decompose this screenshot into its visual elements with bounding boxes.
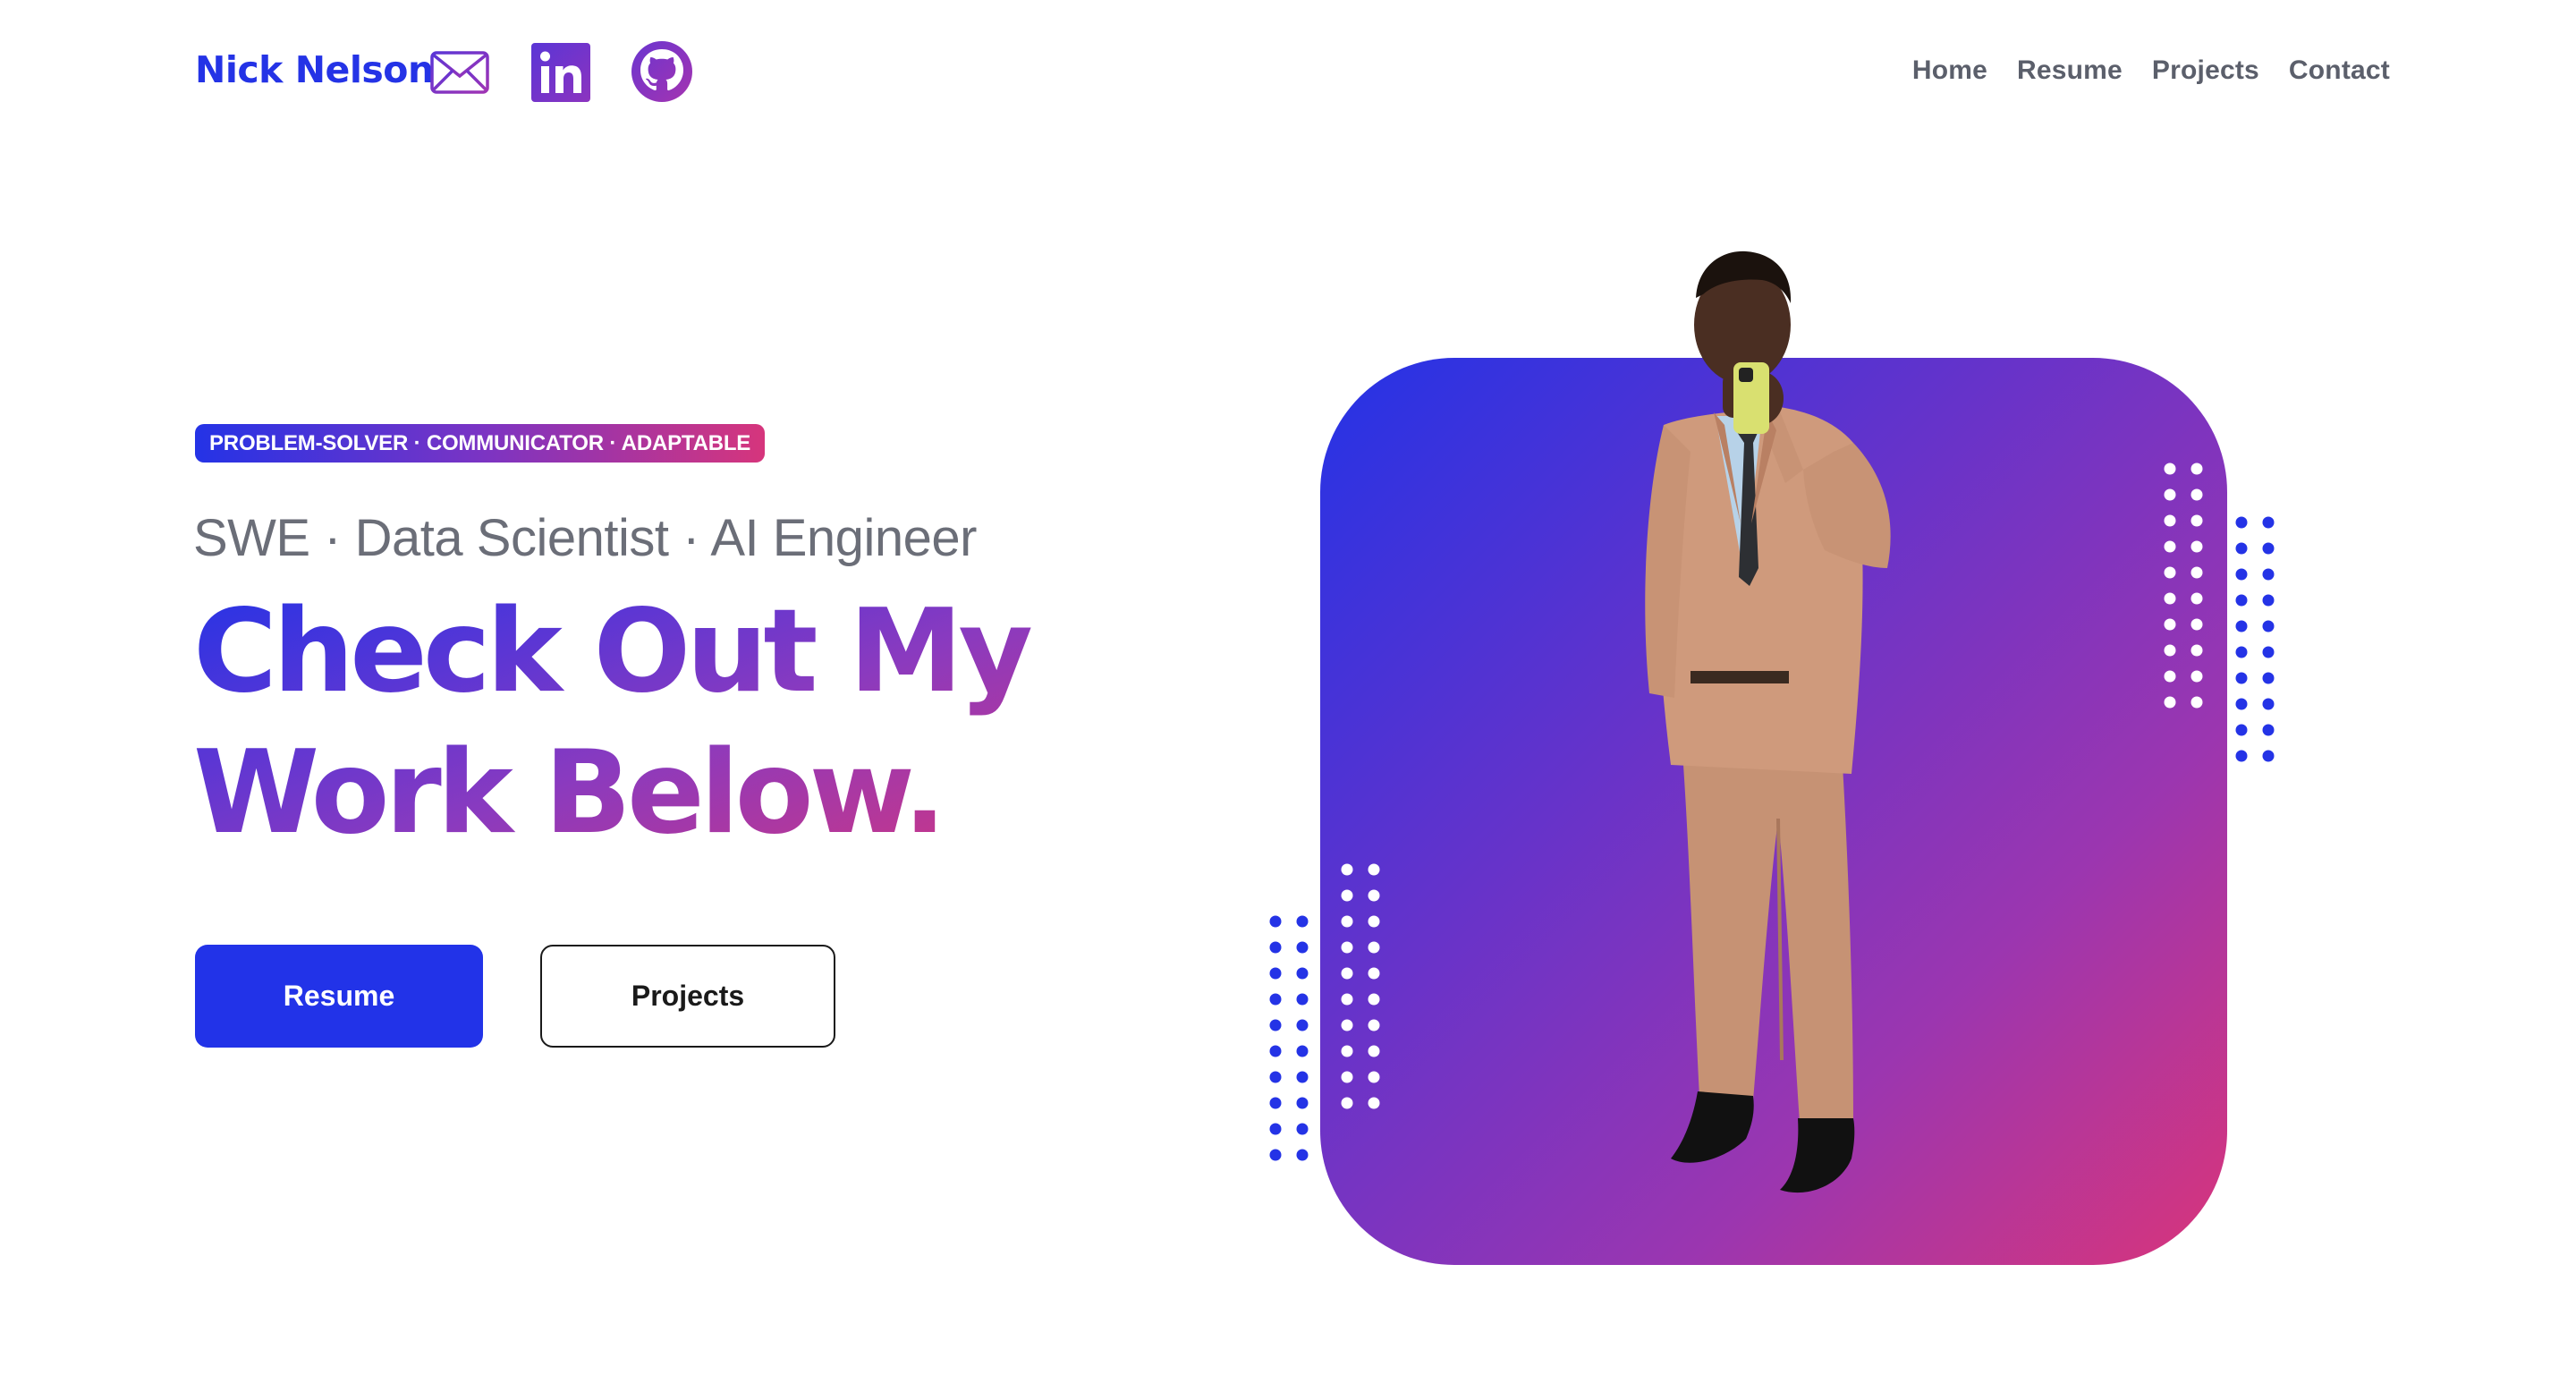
resume-button[interactable]: Resume	[195, 945, 483, 1048]
profile-photo	[1645, 250, 1891, 1193]
headline-line-1: Check Out My	[193, 585, 1029, 718]
headline-line-2: Work Below.	[193, 726, 943, 860]
dot-pattern-right-inner	[2164, 463, 2203, 709]
dot-pattern-left-inner	[1341, 863, 1380, 1109]
brand-name-link[interactable]: Nick Nelson	[195, 48, 434, 91]
nav-projects[interactable]: Projects	[2152, 55, 2259, 86]
nav-contact[interactable]: Contact	[2289, 55, 2390, 86]
dot-pattern-left-outer	[1269, 915, 1309, 1161]
traits-badge: PROBLEM-SOLVER · COMMUNICATOR · ADAPTABL…	[195, 424, 766, 463]
projects-button[interactable]: Projects	[540, 945, 835, 1048]
main-nav: Home Resume Projects Contact	[1912, 55, 2390, 86]
nav-home[interactable]: Home	[1912, 55, 1987, 86]
dot-pattern-right-outer	[2235, 516, 2275, 762]
mail-icon[interactable]	[430, 51, 489, 94]
navbar: Nick Nelson Home Resume Projects Contact	[0, 0, 2576, 143]
hero-headline: Check Out My Work Below.	[193, 581, 1088, 864]
role-subtitle: SWE · Data Scientist · AI Engineer	[193, 509, 977, 567]
github-icon[interactable]	[631, 41, 692, 102]
nav-resume[interactable]: Resume	[2017, 55, 2123, 86]
linkedin-icon[interactable]	[531, 43, 590, 102]
